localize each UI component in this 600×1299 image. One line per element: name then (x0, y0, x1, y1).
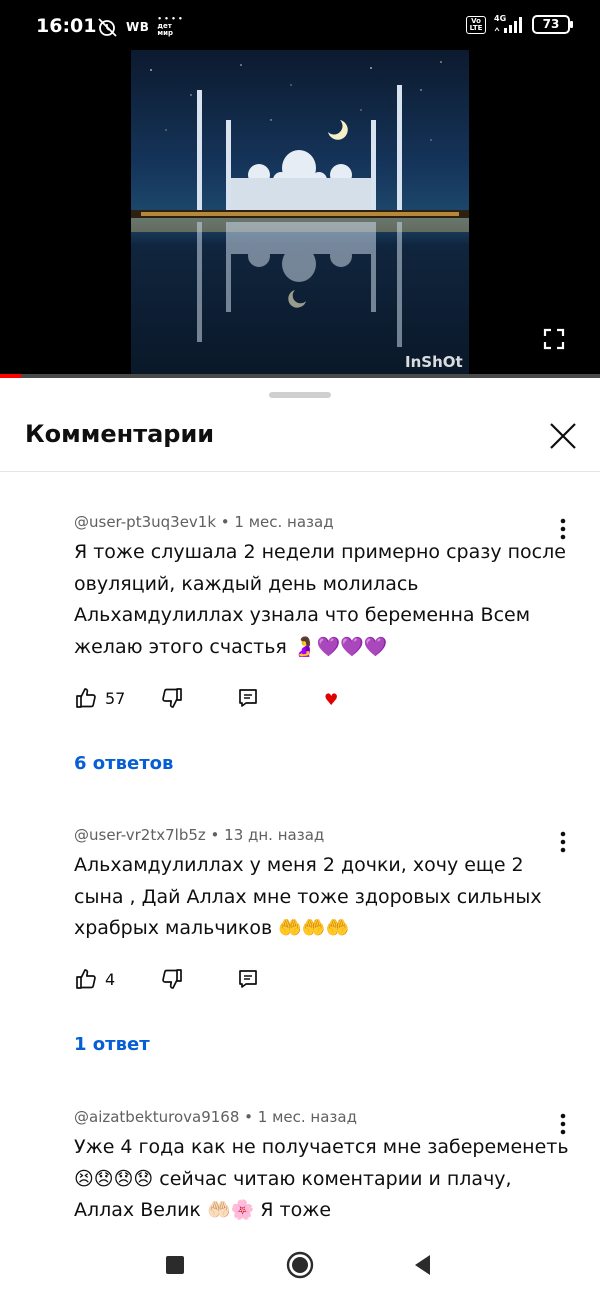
thumb-up-icon (76, 688, 96, 708)
like-count: 4 (105, 969, 116, 989)
divider (0, 471, 600, 472)
reply-button[interactable] (237, 684, 259, 712)
comment-meta: @user-pt3uq3ev1k • 1 мес. назад (74, 513, 334, 531)
detmir-app-icon: • • • • дет мир (157, 15, 183, 37)
status-time: 16:01 (36, 15, 97, 37)
comment-text: Уже 4 года как не получается мне заберем… (74, 1136, 569, 1221)
like-count: 57 (105, 688, 126, 708)
status-notification-icons: WB • • • • дет мир (96, 16, 183, 37)
status-system-icons: Vo LTE 4G 73 (466, 14, 573, 34)
video-player[interactable]: InShOt (0, 50, 600, 376)
comment-item: @aizatbekturova9168 • 1 мес. назад Уже 4… (0, 1108, 600, 1228)
comment-actions: 57 ♥ (74, 684, 374, 712)
comment-text: Альхамдулиллах у меня 2 дочки, хочу еще … (74, 854, 542, 939)
volte-icon: Vo LTE (466, 15, 486, 34)
like-button[interactable]: 57 (74, 684, 125, 712)
dislike-button[interactable] (160, 965, 184, 993)
alarm-off-icon (98, 17, 117, 37)
comment-meta: @aizatbekturova9168 • 1 мес. назад (74, 1108, 357, 1126)
home-button[interactable] (286, 1251, 314, 1279)
comment-text: Я тоже слушала 2 недели примерно сразу п… (74, 541, 566, 658)
thumb-down-icon (162, 688, 182, 708)
comment-meta: @user-vr2tx7lb5z • 13 дн. назад (74, 826, 325, 844)
signal-icon: 4G (494, 14, 524, 34)
creator-heart-icon: ♥ (324, 690, 339, 709)
wb-app-icon: WB (126, 19, 150, 34)
system-navigation-bar (0, 1228, 600, 1299)
comment-item: @user-vr2tx7lb5z • 13 дн. назад Альхамду… (0, 826, 600, 1066)
dislike-button[interactable] (160, 684, 184, 712)
replies-button[interactable]: 6 ответов (74, 753, 173, 774)
back-button[interactable] (412, 1253, 432, 1277)
comments-title: Комментарии (25, 420, 215, 448)
like-button[interactable]: 4 (74, 965, 115, 993)
comments-sheet: Комментарии @user-pt3uq3ev1k • 1 мес. на… (0, 378, 600, 1228)
mosque-illustration (131, 61, 469, 347)
thumb-down-icon (162, 969, 182, 989)
thumb-up-icon (76, 969, 96, 989)
sheet-drag-handle[interactable] (269, 392, 331, 398)
reply-icon (239, 970, 257, 988)
fullscreen-icon[interactable] (543, 328, 565, 350)
video-watermark: InShOt (405, 353, 463, 371)
battery-icon: 73 (532, 15, 573, 34)
status-bar: 16:01 WB • • • • дет мир Vo LTE 4G 73 (0, 0, 600, 50)
video-thumbnail: InShOt (131, 50, 469, 376)
recent-apps-button[interactable] (166, 1256, 184, 1274)
reply-button[interactable] (237, 965, 259, 993)
comment-actions: 4 (74, 965, 374, 993)
reply-icon (239, 689, 257, 707)
close-icon[interactable] (545, 418, 581, 454)
comment-item: @user-pt3uq3ev1k • 1 мес. назад Я тоже с… (0, 513, 600, 774)
replies-button[interactable]: 1 ответ (74, 1034, 150, 1055)
